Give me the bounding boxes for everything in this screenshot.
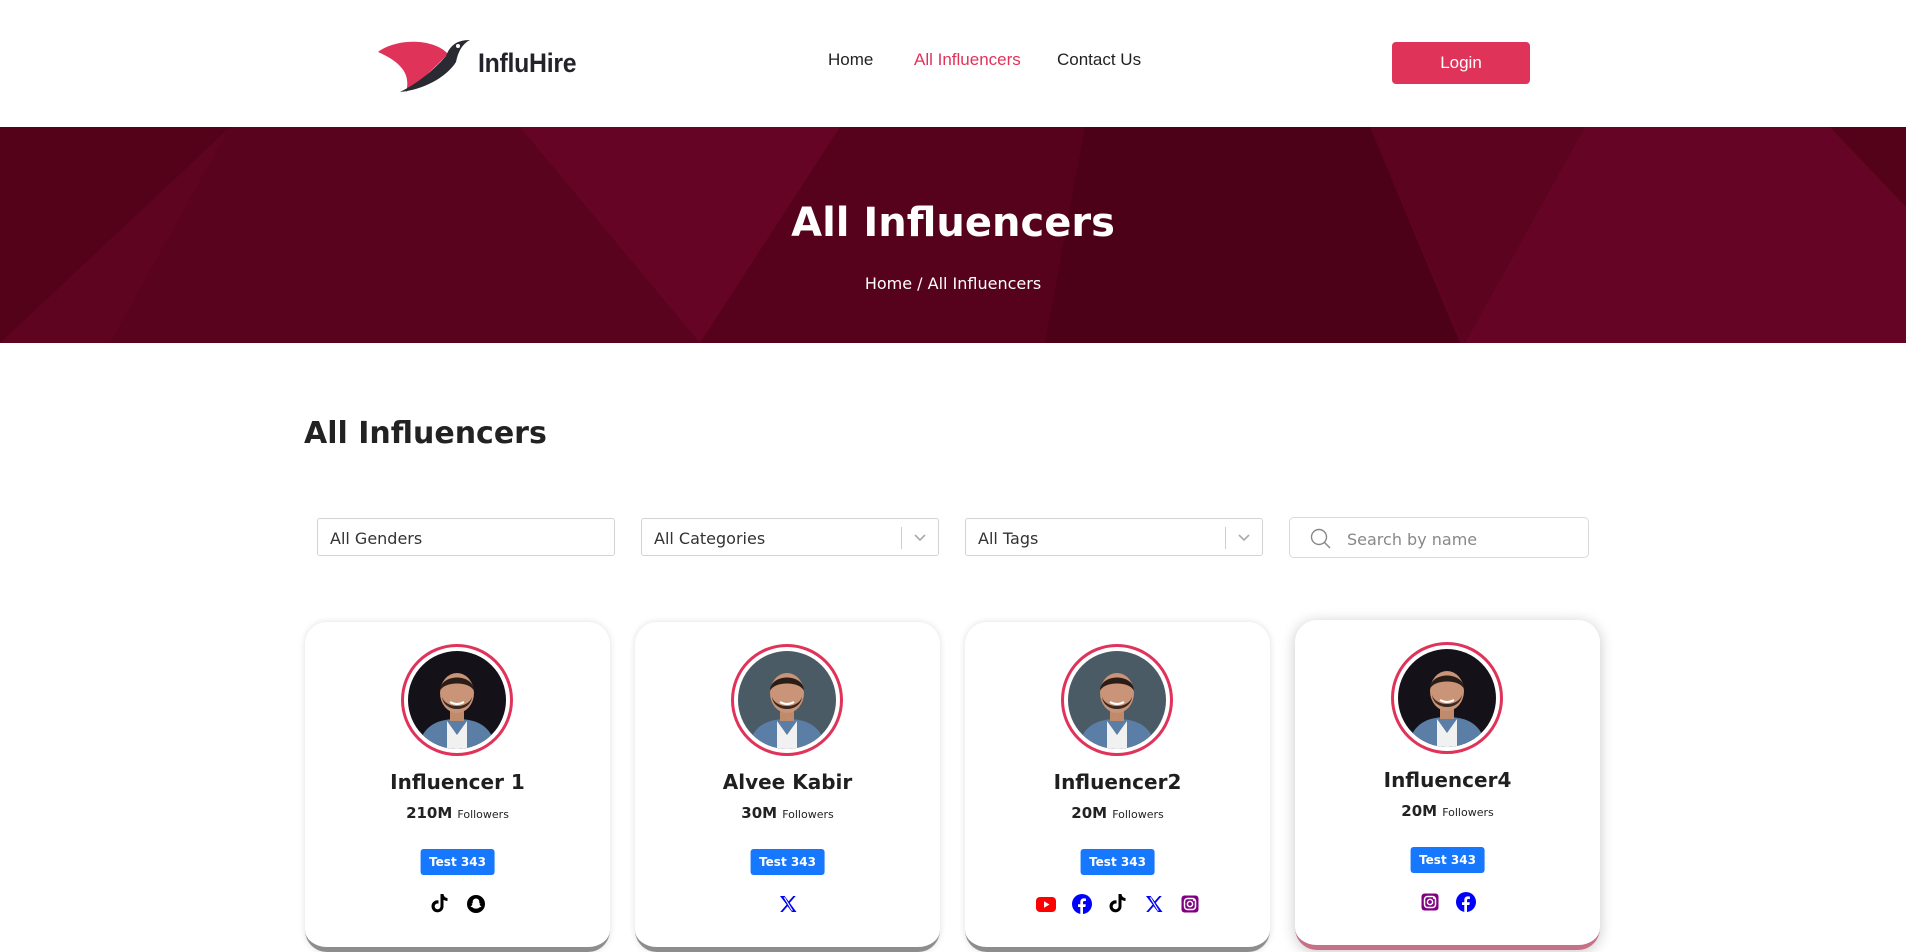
chevron-down-icon: [913, 529, 927, 548]
search-input[interactable]: [1345, 526, 1579, 552]
follower-number: 20M: [1401, 802, 1438, 820]
page-title: All Influencers: [304, 416, 547, 451]
x-icon[interactable]: [778, 894, 798, 914]
gender-select-value: All Genders: [330, 529, 423, 548]
brand-logo[interactable]: InfluHire: [376, 32, 585, 94]
hero-title: All Influencers: [791, 200, 1115, 246]
influencer-card[interactable]: Influencer 1 210M Followers Test 343: [305, 622, 610, 952]
x-icon[interactable]: [1144, 894, 1164, 914]
follower-number: 20M: [1071, 804, 1108, 822]
instagram-icon[interactable]: [1180, 894, 1200, 914]
follower-label: Followers: [782, 808, 834, 821]
social-links: [965, 894, 1270, 914]
tags-select[interactable]: All Tags: [965, 518, 1263, 556]
social-links: [305, 894, 610, 914]
influencer-name: Influencer4: [1383, 768, 1512, 792]
breadcrumb-separator: /: [912, 274, 928, 293]
facebook-icon[interactable]: [1071, 894, 1092, 914]
influencer-card[interactable]: Influencer2 20M Followers Test 343: [965, 622, 1270, 952]
follower-count: 210M Followers: [305, 803, 610, 822]
avatar: [1068, 651, 1166, 749]
nav-contact-us[interactable]: Contact Us: [1057, 50, 1141, 70]
tag-badge: Test 343: [1410, 847, 1485, 873]
influencer-card[interactable]: Influencer4 20M Followers Test 343: [1295, 620, 1600, 950]
tag-badge: Test 343: [750, 849, 825, 875]
influencer-card[interactable]: Alvee Kabir 30M Followers Test 343: [635, 622, 940, 952]
category-select[interactable]: All Categories: [641, 518, 939, 556]
avatar-ring: [401, 644, 513, 756]
breadcrumb-current: All Influencers: [927, 274, 1042, 293]
snapchat-icon[interactable]: [466, 894, 486, 914]
facebook-icon[interactable]: [1455, 892, 1476, 912]
influencer-name: Influencer2: [1053, 770, 1182, 794]
chevron-down-icon: [1237, 529, 1251, 548]
select-divider: [901, 527, 902, 549]
social-links: [635, 894, 940, 914]
tag-badge: Test 343: [1080, 849, 1155, 875]
follower-number: 210M: [406, 804, 453, 822]
instagram-icon[interactable]: [1420, 892, 1440, 912]
follower-label: Followers: [1112, 808, 1164, 821]
follower-count: 20M Followers: [965, 803, 1270, 822]
breadcrumb-home[interactable]: Home: [865, 274, 912, 293]
follower-number: 30M: [741, 804, 778, 822]
tag-badge: Test 343: [420, 849, 495, 875]
avatar-ring: [1061, 644, 1173, 756]
follower-label: Followers: [457, 808, 509, 821]
select-divider: [1225, 527, 1226, 549]
follower-count: 20M Followers: [1295, 801, 1600, 820]
nav-home[interactable]: Home: [828, 50, 873, 70]
avatar-ring: [731, 644, 843, 756]
tags-select-value: All Tags: [978, 529, 1039, 548]
tiktok-icon[interactable]: [430, 894, 450, 914]
tiktok-icon[interactable]: [1108, 894, 1128, 914]
breadcrumb: Home / All Influencers: [0, 274, 1906, 293]
avatar: [408, 651, 506, 749]
brand-name: InfluHire: [478, 47, 577, 78]
follower-label: Followers: [1442, 806, 1494, 819]
avatar-ring: [1391, 642, 1503, 754]
category-select-value: All Categories: [654, 529, 766, 548]
nav-all-influencers[interactable]: All Influencers: [914, 50, 1021, 70]
influencer-name: Influencer 1: [390, 770, 525, 794]
hero-banner: All Influencers Home / All Influencers: [0, 127, 1906, 343]
avatar: [1398, 649, 1496, 747]
login-button[interactable]: Login: [1392, 42, 1530, 84]
influencer-name: Alvee Kabir: [722, 770, 853, 794]
search-box: [1289, 517, 1589, 558]
avatar: [738, 651, 836, 749]
site-header: InfluHire Home All Influencers Contact U…: [0, 0, 1909, 127]
social-links: [1295, 892, 1600, 912]
youtube-icon[interactable]: [1035, 894, 1056, 914]
search-icon: [1310, 528, 1332, 554]
follower-count: 30M Followers: [635, 803, 940, 822]
bird-logo-icon: [378, 40, 470, 92]
gender-select[interactable]: All Genders: [317, 518, 615, 556]
